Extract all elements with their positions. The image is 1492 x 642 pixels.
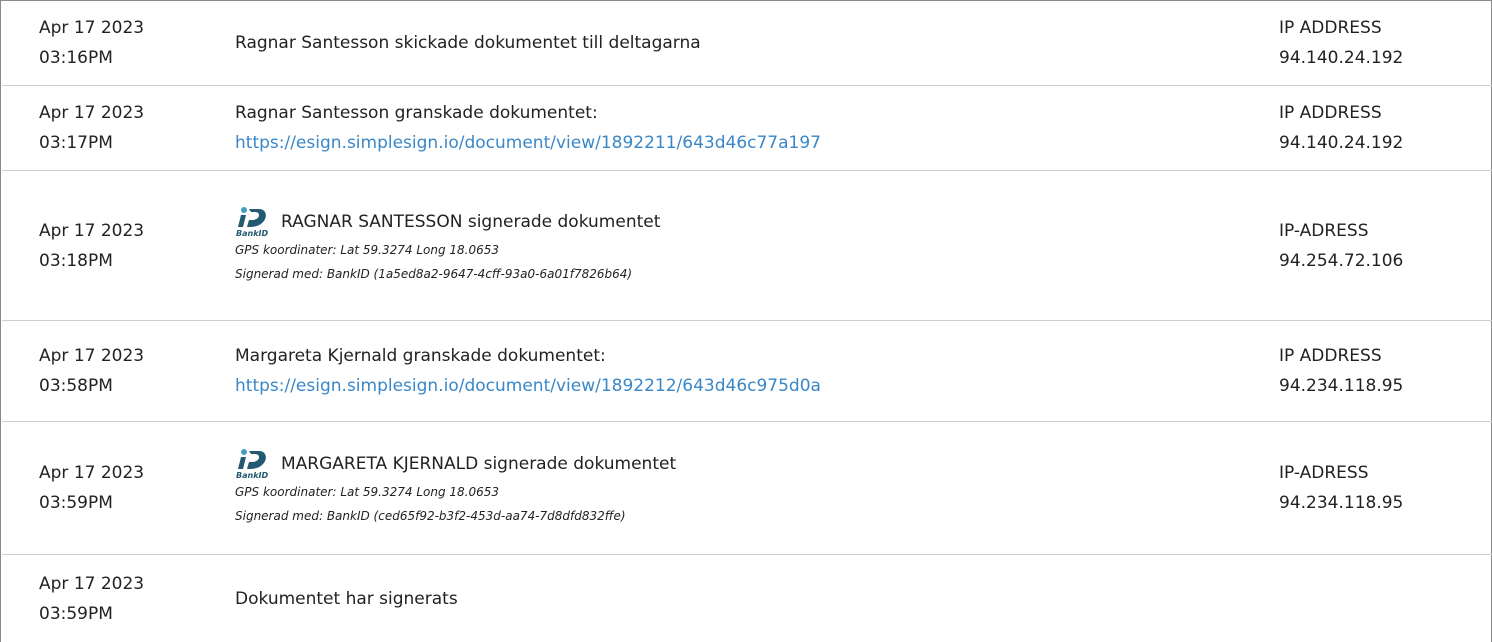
event-date: Apr 17 2023 (39, 463, 145, 483)
ip-value: 94.140.24.192 (1279, 133, 1404, 153)
ip-info: IP ADDRESS 94.234.118.95 (1279, 341, 1403, 401)
table-row: Apr 17 2023 03:17PM Ragnar Santesson gra… (2, 86, 1492, 171)
event-description: Dokumentet har signerats (235, 584, 458, 614)
event-time: 03:16PM (39, 48, 113, 68)
table-row: Apr 17 2023 03:18PM BankID RAGNAR SANTES… (2, 171, 1492, 321)
table-row: Apr 17 2023 03:59PM Dokumentet har signe… (2, 555, 1492, 642)
audit-trail-table: Apr 17 2023 03:16PM Ragnar Santesson ski… (0, 0, 1492, 642)
event-timestamp: Apr 17 2023 03:16PM (39, 13, 144, 73)
event-time: 03:18PM (39, 250, 113, 271)
svg-text:BankID: BankID (236, 471, 268, 480)
table-row: Apr 17 2023 03:59PM BankID MARGARETA KJE… (2, 422, 1492, 555)
event-time: 03:59PM (39, 603, 113, 624)
ip-value: 94.254.72.106 (1279, 250, 1404, 271)
event-time: 03:59PM (39, 493, 113, 513)
signed-with: Signerad med: BankID (ced65f92-b3f2-453d… (235, 509, 626, 523)
event-timestamp: Apr 17 2023 03:59PM (39, 569, 144, 629)
event-text: RAGNAR SANTESSON signerade dokumentet (281, 211, 661, 232)
ip-info: IP-ADRESS 94.234.118.95 (1279, 458, 1403, 518)
bankid-icon: BankID (235, 206, 273, 238)
ip-info: IP ADDRESS 94.140.24.192 (1279, 13, 1403, 73)
table-row: Apr 17 2023 03:58PM Margareta Kjernald g… (2, 321, 1492, 422)
ip-label: IP ADDRESS (1279, 103, 1382, 123)
ip-info: IP-ADRESS 94.254.72.106 (1279, 216, 1403, 276)
ip-info: IP ADDRESS 94.140.24.192 (1279, 98, 1403, 158)
ip-label: IP-ADRESS (1279, 463, 1369, 483)
event-description: Ragnar Santesson skickade dokumentet til… (235, 28, 701, 58)
gps-coordinates: GPS koordinater: Lat 59.3274 Long 18.065… (235, 485, 500, 499)
ip-value: 94.234.118.95 (1279, 376, 1404, 396)
event-date: Apr 17 2023 (39, 18, 145, 38)
event-date: Apr 17 2023 (39, 573, 145, 594)
event-timestamp: Apr 17 2023 03:58PM (39, 341, 144, 401)
event-date: Apr 17 2023 (39, 346, 145, 366)
document-link[interactable]: https://esign.simplesign.io/document/vie… (235, 371, 821, 401)
event-text: Dokumentet har signerats (235, 588, 458, 609)
event-date: Apr 17 2023 (39, 103, 145, 123)
event-text: MARGARETA KJERNALD signerade dokumentet (281, 454, 677, 474)
gps-coordinates: GPS koordinater: Lat 59.3274 Long 18.065… (235, 242, 500, 257)
event-timestamp: Apr 17 2023 03:17PM (39, 98, 144, 158)
event-text: Margareta Kjernald granskade dokumentet: (235, 346, 606, 366)
document-link[interactable]: https://esign.simplesign.io/document/vie… (235, 128, 821, 158)
svg-text:BankID: BankID (236, 229, 268, 238)
event-date: Apr 17 2023 (39, 220, 145, 241)
bankid-icon: BankID (235, 448, 273, 480)
ip-value: 94.234.118.95 (1279, 493, 1404, 513)
ip-value: 94.140.24.192 (1279, 48, 1404, 68)
signed-with: Signerad med: BankID (1a5ed8a2-9647-4cff… (235, 266, 633, 281)
ip-label: IP ADDRESS (1279, 18, 1382, 38)
event-text: Ragnar Santesson granskade dokumentet: (235, 103, 598, 123)
event-time: 03:58PM (39, 376, 113, 396)
event-timestamp: Apr 17 2023 03:18PM (39, 216, 144, 276)
ip-label: IP-ADRESS (1279, 220, 1369, 241)
event-time: 03:17PM (39, 133, 113, 153)
event-description: BankID RAGNAR SANTESSON signerade dokume… (235, 206, 660, 286)
ip-label: IP ADDRESS (1279, 346, 1382, 366)
event-description: BankID MARGARETA KJERNALD signerade doku… (235, 448, 676, 528)
table-row: Apr 17 2023 03:16PM Ragnar Santesson ski… (2, 1, 1492, 86)
event-description: Margareta Kjernald granskade dokumentet:… (235, 341, 821, 401)
event-text: Ragnar Santesson skickade dokumentet til… (235, 33, 701, 53)
event-description: Ragnar Santesson granskade dokumentet: h… (235, 98, 821, 158)
event-timestamp: Apr 17 2023 03:59PM (39, 458, 144, 518)
